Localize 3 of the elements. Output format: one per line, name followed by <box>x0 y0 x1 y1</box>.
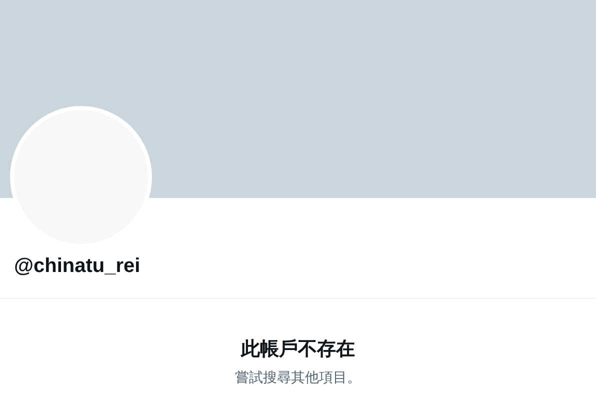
empty-state-subtitle: 嘗試搜尋其他項目。 <box>235 369 361 388</box>
profile-handle: @chinatu_rei <box>14 255 140 277</box>
empty-state-title: 此帳戶不存在 <box>241 337 355 362</box>
